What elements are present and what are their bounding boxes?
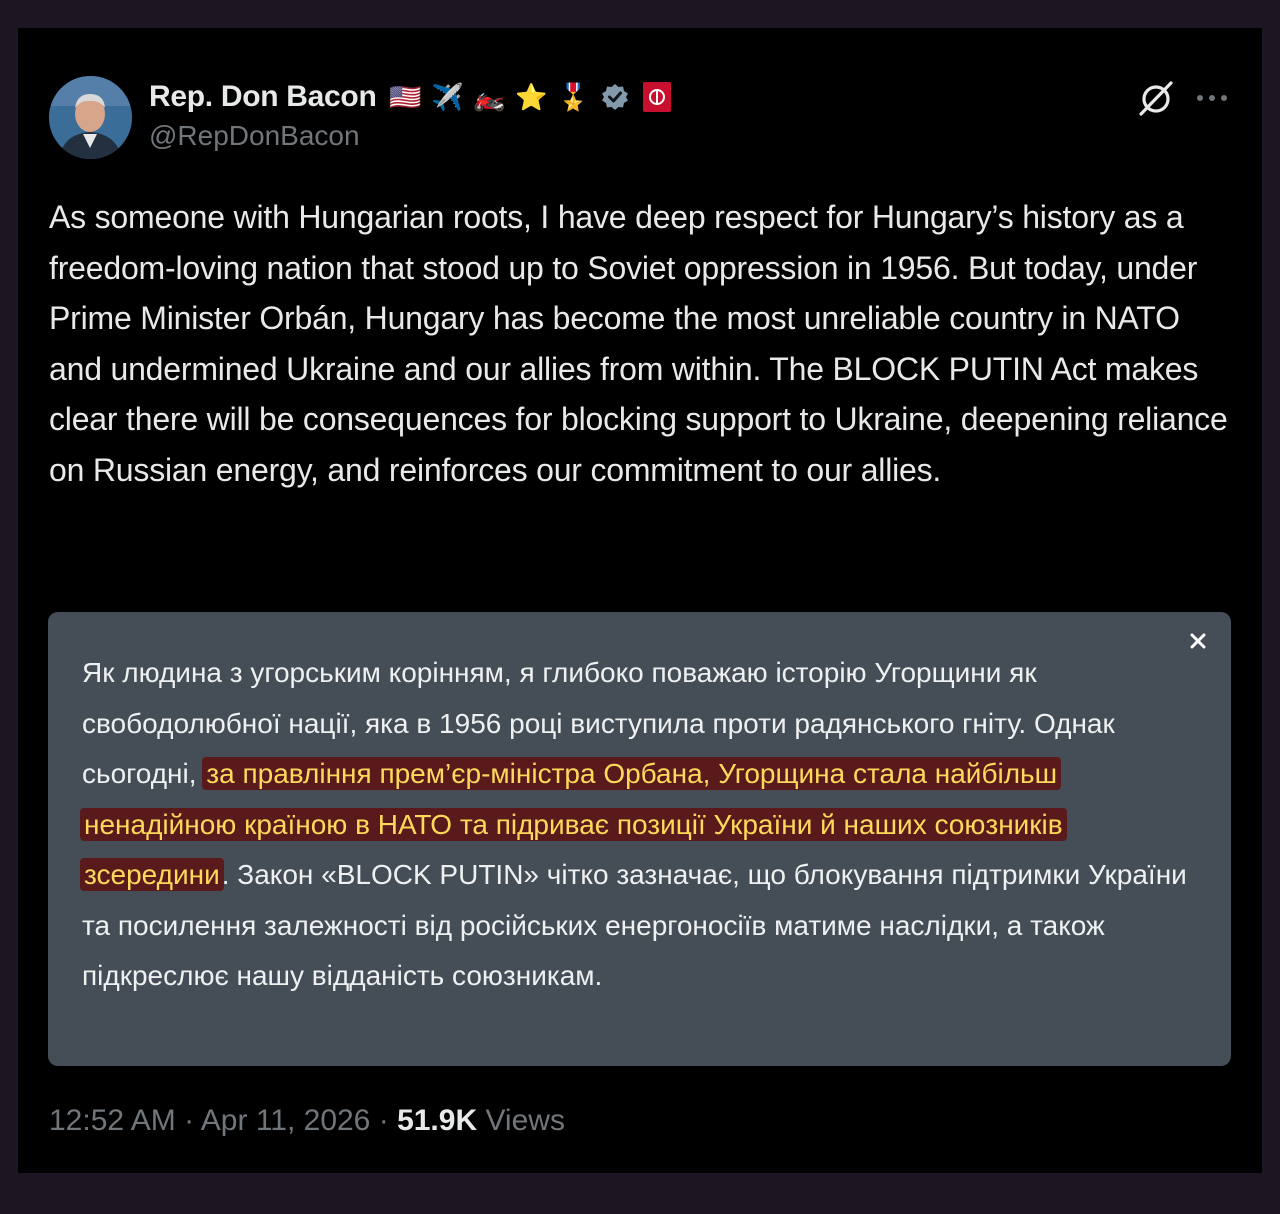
author-info: Rep. Don Bacon 🇺🇸 ✈️ 🏍️ ⭐ 🎖️ @RepDonBaco…: [149, 78, 680, 152]
views-label: Views: [485, 1104, 565, 1137]
avatar[interactable]: [49, 76, 132, 159]
tweet-time[interactable]: 12:52 AM: [49, 1104, 176, 1137]
translation-text: Як людина з угорським корінням, я глибок…: [80, 648, 1192, 1002]
star-icon: ⭐: [515, 82, 548, 112]
translation-text-end: . Закон «BLOCK PUTIN» чітко зазначає, що…: [82, 859, 1187, 991]
meta-separator: ·: [184, 1104, 195, 1137]
motorcycle-icon: 🏍️: [473, 82, 506, 112]
tweet-date[interactable]: Apr 11, 2026: [201, 1104, 371, 1137]
airplane-icon: ✈️: [431, 82, 464, 112]
translation-card: Як людина з угорським корінням, я глибок…: [48, 612, 1231, 1066]
military-medal-icon: 🎖️: [557, 82, 590, 112]
display-name[interactable]: Rep. Don Bacon: [149, 80, 377, 114]
red-tag-icon[interactable]: [638, 78, 676, 116]
us-flag-icon: 🇺🇸: [389, 82, 422, 112]
views-count[interactable]: 51.9K: [397, 1104, 477, 1137]
tweet-text: As someone with Hungarian roots, I have …: [49, 199, 1228, 488]
grok-icon[interactable]: [1136, 78, 1176, 118]
verified-badge-icon[interactable]: [596, 78, 634, 116]
more-icon[interactable]: [1196, 84, 1228, 112]
handle[interactable]: @RepDonBacon: [149, 120, 680, 152]
meta-separator: ·: [378, 1104, 389, 1137]
tweet-meta: 12:52 AM · Apr 11, 2026 · 51.9K Views: [49, 1104, 565, 1138]
